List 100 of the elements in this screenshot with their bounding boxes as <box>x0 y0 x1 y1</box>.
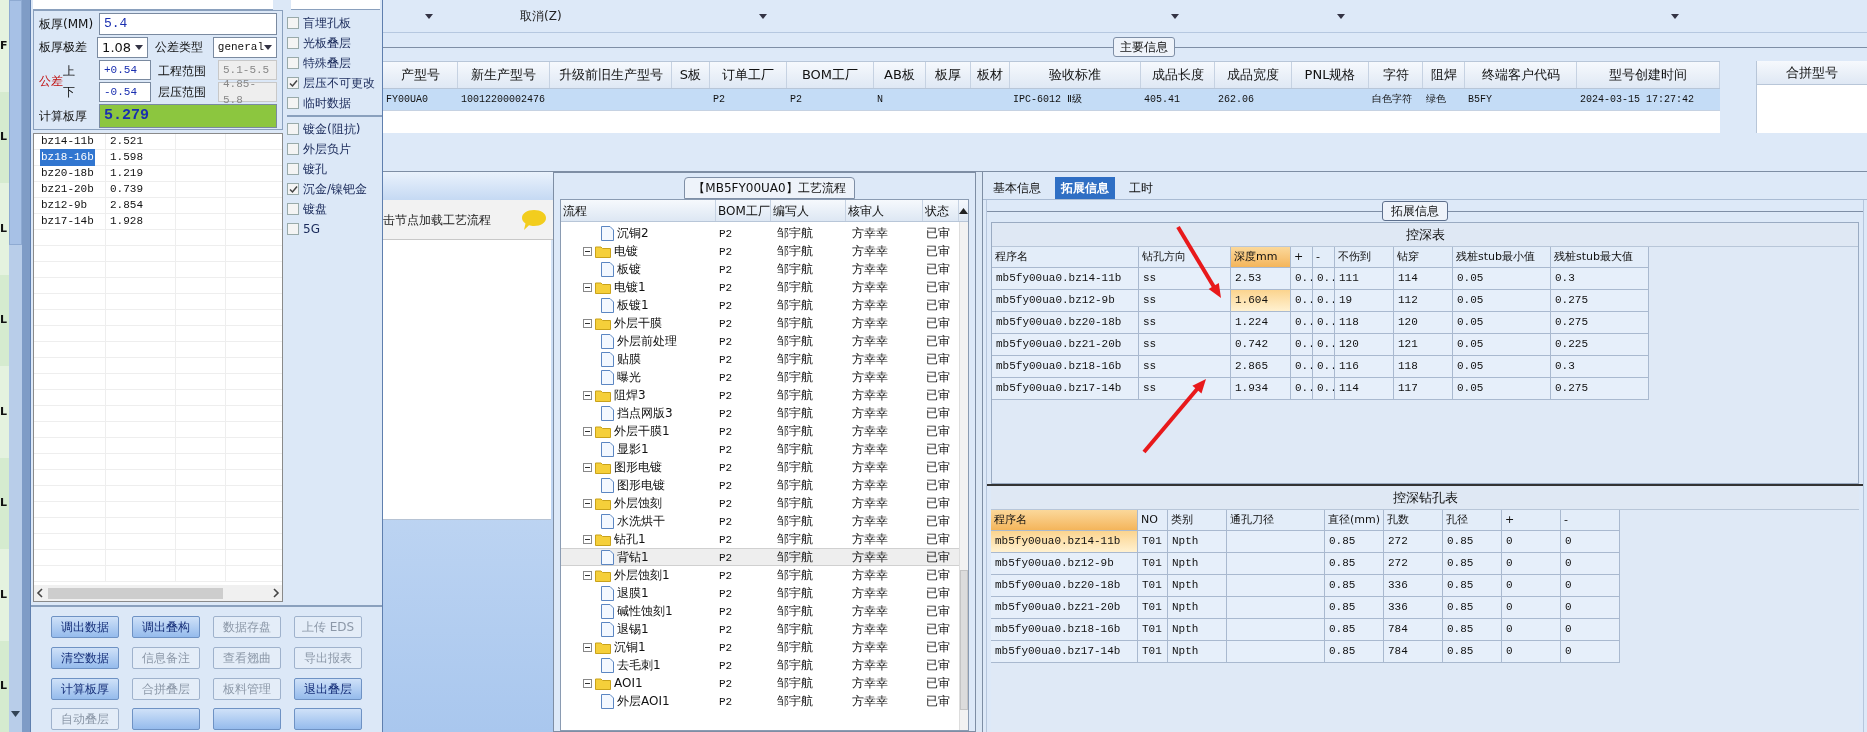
scroll-right-icon[interactable] <box>272 588 280 598</box>
scroll-down-icon[interactable] <box>9 708 22 720</box>
checkbox-label[interactable]: 特殊叠层 <box>303 54 351 72</box>
layer-name[interactable]: bz14-11b <box>40 134 95 150</box>
table-row[interactable]: mb5fy00ua0.bz21-20b ss 0.742 0.. 0.. 120 121 0.05 0.225 <box>992 334 1649 356</box>
thickness-field[interactable]: 5.4 <box>99 13 277 35</box>
column-header[interactable]: 孔径 <box>1443 510 1502 531</box>
column-header[interactable]: PNL规格 <box>1292 62 1369 88</box>
collapse-icon[interactable] <box>583 498 592 508</box>
column-header[interactable]: 合拼型号 <box>1757 61 1867 85</box>
checkbox-label[interactable]: 镀盘 <box>303 200 327 218</box>
range-dropdown[interactable]: 1.08 <box>97 36 148 58</box>
layer-name[interactable]: bz12-9b <box>40 197 89 214</box>
tab[interactable]: 拓展信息 <box>1055 177 1115 199</box>
column-header[interactable]: 板材 <box>971 62 1010 88</box>
checkbox-label[interactable]: 盲埋孔板 <box>303 14 351 32</box>
table-row[interactable]: mb5fy00ua0.bz20-18b T01 Npth 0.85 336 0.85 0 0 <box>991 575 1620 597</box>
table-row[interactable]: mb5fy00ua0.bz17-14b ss 1.934 0.. 0.. 114 117 0.05 0.275 <box>992 378 1649 400</box>
collapse-icon[interactable] <box>583 246 592 256</box>
collapse-icon[interactable] <box>583 462 592 472</box>
column-header[interactable]: 升级前旧生产型号 <box>550 62 672 88</box>
checkbox[interactable] <box>287 183 299 195</box>
collapse-icon[interactable] <box>583 534 592 544</box>
checkbox[interactable] <box>287 203 299 215</box>
lower-tolerance-field[interactable]: -0.54 <box>99 82 151 102</box>
menu-item[interactable]: 取消(Z) <box>520 7 562 25</box>
column-header[interactable]: 验收标准 <box>1010 62 1141 88</box>
column-header[interactable]: 编写人 <box>771 200 846 221</box>
checkbox[interactable] <box>287 17 299 29</box>
column-header[interactable]: BOM工厂 <box>787 62 874 88</box>
action-button[interactable] <box>132 708 200 731</box>
column-header[interactable]: 钻穿 <box>1394 247 1453 268</box>
action-button[interactable]: 调出数据 <box>51 616 119 638</box>
layer-name[interactable]: bz18-16b <box>40 149 95 166</box>
column-header[interactable]: 订单工厂 <box>710 62 787 88</box>
column-header[interactable]: 型号创建时间 <box>1577 62 1720 88</box>
column-header[interactable]: 成品宽度 <box>1215 62 1292 88</box>
checkbox-label[interactable]: 镀金(阻抗) <box>303 120 361 138</box>
column-header[interactable]: - <box>1561 510 1620 531</box>
table-row[interactable]: mb5fy00ua0.bz18-16b ss 2.865 0.. 0.. 116 118 0.05 0.3 <box>992 356 1649 378</box>
table-row[interactable]: mb5fy00ua0.bz14-11b T01 Npth 0.85 272 0.85 0 0 <box>991 531 1620 553</box>
column-header[interactable]: 成品长度 <box>1141 62 1215 88</box>
checkbox-label[interactable]: 层压不可更改 <box>303 74 375 92</box>
collapse-icon[interactable] <box>583 390 592 400</box>
scroll-up-icon[interactable] <box>959 207 968 214</box>
column-header[interactable]: 类别 <box>1168 510 1227 531</box>
vertical-scrollbar[interactable] <box>9 0 22 732</box>
checkbox-label[interactable]: 沉金/镍钯金 <box>303 180 368 198</box>
column-header[interactable]: AB板 <box>874 62 926 88</box>
action-button[interactable] <box>294 708 362 731</box>
table-row[interactable]: mb5fy00ua0.bz12-9b ss 1.604 0.. 0.. 19 112 0.05 0.275 <box>992 290 1649 312</box>
column-header[interactable]: 不伤到 <box>1335 247 1394 268</box>
column-header[interactable]: - <box>1313 247 1335 268</box>
checkbox[interactable] <box>287 97 299 109</box>
column-header[interactable]: 产型号 <box>383 62 458 88</box>
checkbox[interactable] <box>287 143 299 155</box>
column-header[interactable]: 残桩stub最小值 <box>1453 247 1551 268</box>
column-header[interactable]: 终端客户代码 <box>1465 62 1577 88</box>
action-button[interactable]: 调出叠构 <box>132 616 200 638</box>
layer-name[interactable]: bz20-18b <box>40 165 95 182</box>
layer-name[interactable]: bz21-20b <box>40 181 95 198</box>
table-row[interactable]: mb5fy00ua0.bz17-14b T01 Npth 0.85 784 0.85 0 0 <box>991 641 1620 663</box>
table-row[interactable]: mb5fy00ua0.bz20-18b ss 1.224 0.. 0.. 118 120 0.05 0.275 <box>992 312 1649 334</box>
table-row[interactable]: mb5fy00ua0.bz14-11b ss 2.53 0.. 0.. 111 114 0.05 0.3 <box>992 268 1649 290</box>
column-header[interactable]: 残桩stub最大值 <box>1551 247 1649 268</box>
collapse-icon[interactable] <box>583 570 592 580</box>
action-button[interactable]: 退出叠层 <box>294 677 362 700</box>
action-button[interactable] <box>213 708 281 731</box>
checkbox[interactable] <box>287 37 299 49</box>
table-row[interactable]: mb5fy00ua0.bz12-9b T01 Npth 0.85 272 0.85 0 0 <box>991 553 1620 575</box>
column-header[interactable]: 新生产型号 <box>458 62 550 88</box>
column-header[interactable]: 板厚 <box>926 62 971 88</box>
action-button[interactable]: 清空数据 <box>51 646 119 669</box>
collapse-icon[interactable] <box>583 642 592 652</box>
column-header[interactable]: 通孔刀径 <box>1227 510 1325 531</box>
collapse-icon[interactable] <box>583 282 592 292</box>
column-header[interactable]: BOM工厂 <box>716 200 771 221</box>
checkbox-label[interactable]: 镀孔 <box>303 160 327 178</box>
checkbox[interactable] <box>287 57 299 69</box>
scroll-left-icon[interactable] <box>36 588 44 598</box>
column-header[interactable]: 深度mm <box>1231 247 1291 268</box>
tab[interactable]: 工时 <box>1123 177 1159 199</box>
checkbox[interactable] <box>287 77 299 89</box>
column-header[interactable]: + <box>1291 247 1313 268</box>
column-header[interactable]: 钻孔方向 <box>1139 247 1231 268</box>
action-button[interactable]: 计算板厚 <box>51 677 119 700</box>
column-header[interactable]: 流程 <box>561 200 716 221</box>
calculated-thickness-field[interactable]: 5.279 <box>99 104 277 128</box>
table-row[interactable]: FY00UA0 10012200002476 P2 P2 N IPC-6012 Ⅱ级 405.41 262.06 白色字符 绿色 B5FY 2024-03-15 17:27:42 <box>383 89 1720 111</box>
checkbox[interactable] <box>287 123 299 135</box>
column-header[interactable]: 字符 <box>1369 62 1423 88</box>
table-row[interactable]: mb5fy00ua0.bz18-16b T01 Npth 0.85 784 0.85 0 0 <box>991 619 1620 641</box>
table-row[interactable]: mb5fy00ua0.bz21-20b T01 Npth 0.85 336 0.85 0 0 <box>991 597 1620 619</box>
column-header[interactable]: 核审人 <box>846 200 923 221</box>
collapse-icon[interactable] <box>583 678 592 688</box>
column-header[interactable]: 程序名 <box>991 510 1138 531</box>
column-header[interactable]: 阻焊 <box>1423 62 1465 88</box>
tree-row[interactable]: 背钻1 P2 邹宇航 方幸幸 已审 <box>561 548 959 566</box>
tab[interactable]: 基本信息 <box>987 177 1047 199</box>
checkbox-label[interactable]: 光板叠层 <box>303 34 351 52</box>
